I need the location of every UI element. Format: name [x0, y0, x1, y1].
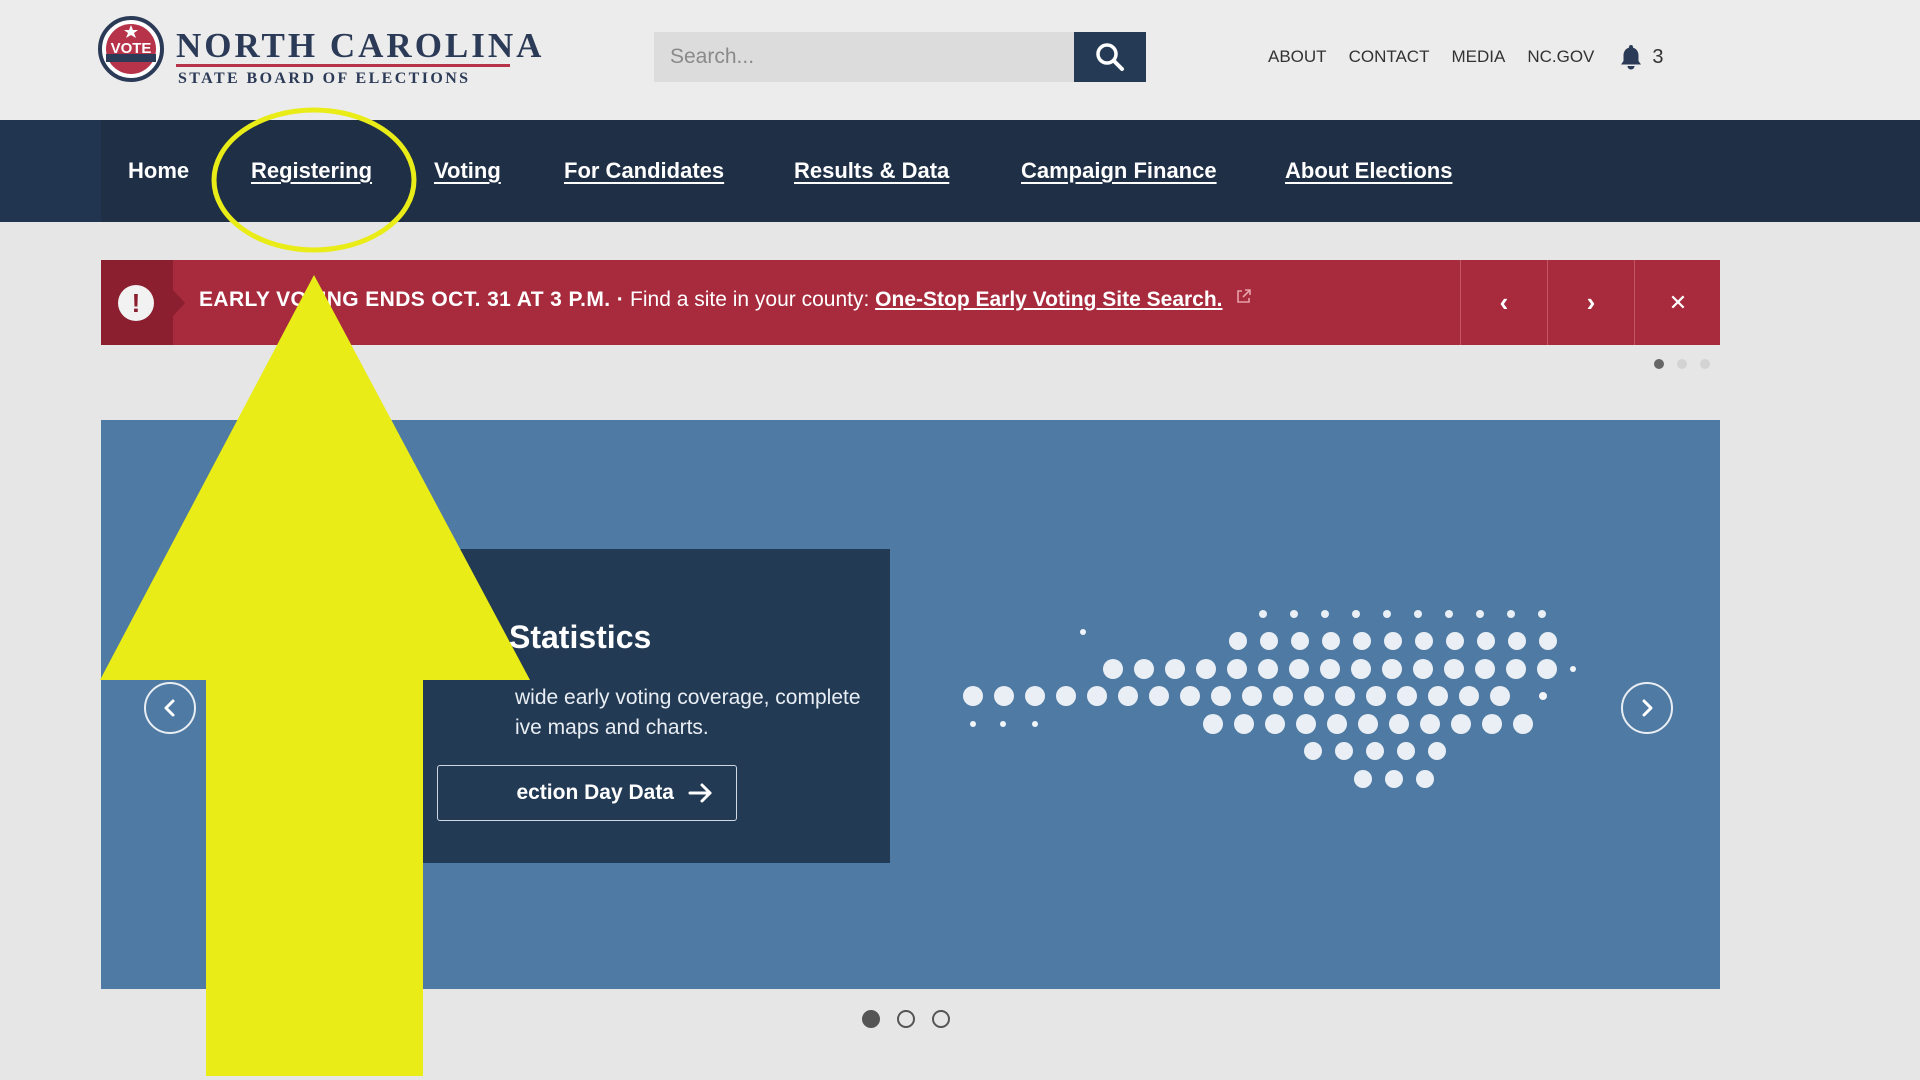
alert-close-button[interactable]: ✕ — [1634, 260, 1721, 345]
notifications-button[interactable]: 3 — [1620, 44, 1664, 70]
util-link-media[interactable]: MEDIA — [1451, 47, 1505, 67]
alert-notch — [173, 290, 185, 316]
util-link-ncgov[interactable]: NC.GOV — [1527, 47, 1594, 67]
main-nav-bar: Home Registering Voting For Candidates R… — [101, 120, 1920, 222]
nav-for-candidates[interactable]: For Candidates — [564, 158, 724, 184]
site-search — [654, 32, 1146, 82]
chevron-right-icon: › — [1586, 287, 1596, 317]
alert-prev-button[interactable]: ‹ — [1460, 260, 1547, 345]
alert-headline: EARLY VOTING ENDS OCT. 31 AT 3 P.M. · — [199, 288, 625, 311]
util-link-about[interactable]: ABOUT — [1268, 47, 1327, 67]
logo-subtitle: STATE BOARD OF ELECTIONS — [178, 70, 471, 87]
alert-prompt: Find a site in your county: — [630, 288, 870, 311]
nav-voting[interactable]: Voting — [434, 158, 501, 184]
alert-next-button[interactable]: › — [1547, 260, 1634, 345]
alert-icon-box: ! — [101, 260, 173, 345]
chevron-right-icon — [1642, 699, 1653, 717]
nav-registering[interactable]: Registering — [251, 158, 372, 184]
logo-rule — [176, 64, 510, 67]
logo-title: NORTH CAROLINA — [176, 26, 545, 65]
arrow-right-icon — [688, 783, 712, 803]
site-logo[interactable]: VOTE NORTH CAROLINA STATE BOARD OF ELECT… — [98, 16, 541, 87]
search-input[interactable] — [654, 32, 1074, 82]
vote-seal-icon: VOTE — [98, 16, 164, 82]
nav-home[interactable]: Home — [128, 158, 189, 184]
bell-icon — [1621, 45, 1642, 70]
hero-prev-button[interactable] — [144, 682, 196, 734]
notification-count: 3 — [1652, 45, 1664, 68]
exclamation-icon: ! — [118, 285, 154, 321]
hero-cta-label: ection Day Data — [516, 781, 674, 804]
nav-results-data[interactable]: Results & Data — [794, 158, 949, 184]
alert-message: EARLY VOTING ENDS OCT. 31 AT 3 P.M. · Fi… — [199, 288, 1252, 312]
hero-carousel: Statistics wide early voting coverage, c… — [101, 420, 1720, 989]
chevron-left-icon: ‹ — [1499, 287, 1509, 317]
logo-seal-text: VOTE — [111, 40, 152, 57]
hero-card: Statistics wide early voting coverage, c… — [335, 549, 890, 863]
search-icon — [1096, 43, 1124, 71]
hero-dot-1[interactable] — [862, 1010, 880, 1028]
hero-dot-3[interactable] — [932, 1010, 950, 1028]
hero-cta-button[interactable]: ection Day Data — [437, 765, 737, 821]
alert-banner: ! EARLY VOTING ENDS OCT. 31 AT 3 P.M. · … — [101, 260, 1720, 345]
alert-dot-2[interactable] — [1677, 359, 1687, 369]
nav-campaign-finance[interactable]: Campaign Finance — [1021, 158, 1217, 184]
util-link-contact[interactable]: CONTACT — [1349, 47, 1430, 67]
alert-pagination — [1654, 359, 1723, 369]
nc-dot-map-image — [963, 610, 1576, 788]
alert-link-early-voting-search[interactable]: One-Stop Early Voting Site Search. — [875, 288, 1222, 311]
hero-dot-2[interactable] — [897, 1010, 915, 1028]
hero-next-button[interactable] — [1621, 682, 1673, 734]
alert-dot-3[interactable] — [1700, 359, 1710, 369]
alert-dot-1[interactable] — [1654, 359, 1664, 369]
search-button[interactable] — [1074, 32, 1146, 82]
utility-nav: ABOUT CONTACT MEDIA NC.GOV 3 — [1268, 44, 1664, 70]
hero-pagination — [862, 1010, 967, 1028]
close-icon: ✕ — [1668, 289, 1688, 315]
hero-title: Statistics — [509, 619, 652, 655]
chevron-left-icon — [164, 699, 175, 717]
main-nav: Home Registering Voting For Candidates R… — [0, 120, 1920, 222]
external-link-icon — [1237, 289, 1252, 303]
site-header: VOTE NORTH CAROLINA STATE BOARD OF ELECT… — [0, 0, 1920, 120]
nav-about-elections[interactable]: About Elections — [1285, 158, 1452, 184]
hero-description: wide early voting coverage, complete ive… — [515, 686, 861, 739]
